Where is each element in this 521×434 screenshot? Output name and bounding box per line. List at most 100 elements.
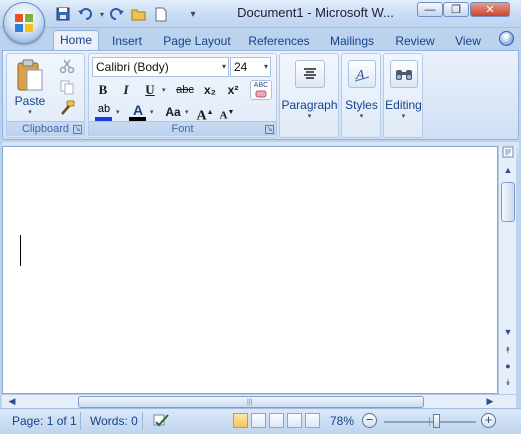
maximize-button[interactable]: ❐ — [443, 2, 469, 17]
highlight-dropdown-icon[interactable]: ▾ — [116, 108, 120, 116]
status-divider — [80, 412, 81, 430]
paragraph-group: Paragraph ▾ — [279, 53, 339, 138]
web-layout-view-icon[interactable] — [269, 413, 284, 428]
tab-view[interactable]: View — [449, 32, 487, 51]
underline-dropdown-icon[interactable]: ▾ — [162, 86, 166, 94]
tab-mailings[interactable]: Mailings — [323, 32, 381, 51]
previous-page-icon[interactable]: ⯭ — [500, 342, 516, 358]
font-name-value: Calibri (Body) — [96, 60, 169, 74]
text-cursor — [20, 235, 21, 266]
scroll-down-icon[interactable]: ▼ — [500, 324, 516, 340]
zoom-in-icon[interactable]: + — [481, 413, 496, 428]
font-color-text: A — [132, 102, 144, 118]
paragraph-label: Paragraph — [281, 98, 338, 112]
font-group-label: Font — [89, 121, 276, 136]
styles-button[interactable]: A Styles ▾ — [343, 56, 380, 134]
scroll-up-icon[interactable]: ▲ — [500, 162, 516, 178]
binoculars-icon — [389, 60, 418, 88]
scroll-left-icon[interactable]: ◀ — [4, 394, 20, 408]
grow-font-button[interactable]: A▲ — [195, 102, 215, 124]
browse-object-icon[interactable]: ● — [500, 358, 516, 374]
proofing-icon[interactable] — [152, 413, 170, 432]
paste-dropdown-icon[interactable]: ▾ — [11, 108, 49, 116]
shrink-font-text: A — [219, 109, 228, 122]
highlight-button[interactable]: ab — [93, 102, 115, 122]
clipboard-launcher-icon[interactable]: ↘ — [73, 125, 82, 134]
status-divider — [142, 412, 143, 430]
font-name-dropdown-icon[interactable]: ▾ — [222, 58, 226, 76]
font-size-dropdown-icon[interactable]: ▾ — [264, 58, 268, 76]
office-logo-icon — [15, 14, 33, 32]
tab-page-layout[interactable]: Page Layout — [160, 32, 234, 51]
zoom-center-tick — [429, 417, 430, 426]
ribbon: Paste ▾ Clipboard ↘ Calibri (Body) ▾ 24 … — [2, 50, 519, 140]
underline-button[interactable]: U — [140, 80, 160, 100]
shrink-font-button[interactable]: A▼ — [217, 102, 237, 122]
minimize-button[interactable]: — — [417, 2, 443, 17]
print-layout-view-icon[interactable] — [233, 413, 248, 428]
title-bar: ▾ ▾ Document1 - Microsoft W... — ❐ ✕ — [0, 0, 521, 28]
close-button[interactable]: ✕ — [470, 2, 510, 17]
full-screen-reading-view-icon[interactable] — [251, 413, 266, 428]
eraser-icon — [255, 90, 267, 98]
styles-dropdown-icon: ▾ — [359, 113, 364, 120]
horizontal-scrollbar[interactable]: ◀ ||| ▶ — [2, 394, 516, 408]
editing-dropdown-icon: ▾ — [401, 113, 406, 120]
grow-font-icon: ▲ — [206, 108, 214, 116]
clear-formatting-button[interactable]: ABC — [250, 80, 272, 100]
paragraph-dropdown-icon: ▾ — [307, 113, 312, 120]
strikethrough-button[interactable]: abc — [173, 80, 197, 100]
tab-insert[interactable]: Insert — [106, 32, 148, 51]
scroll-right-icon[interactable]: ▶ — [482, 394, 498, 408]
office-button[interactable] — [3, 2, 45, 44]
editing-button[interactable]: Editing ▾ — [385, 56, 422, 134]
bold-button[interactable]: B — [93, 80, 113, 100]
tab-home[interactable]: Home — [53, 30, 99, 51]
zoom-level[interactable]: 78% — [330, 414, 354, 428]
italic-button[interactable]: I — [116, 80, 136, 100]
tab-references[interactable]: References — [244, 32, 314, 51]
word-count-status[interactable]: Words: 0 — [90, 414, 138, 428]
zoom-out-icon[interactable]: − — [362, 413, 377, 428]
cut-icon[interactable] — [59, 58, 79, 76]
document-page[interactable] — [8, 160, 496, 392]
styles-icon: A — [347, 60, 376, 88]
copy-icon[interactable] — [59, 79, 79, 97]
vertical-scroll-thumb[interactable] — [501, 182, 515, 222]
draft-view-icon[interactable] — [305, 413, 320, 428]
change-case-dropdown-icon[interactable]: ▾ — [185, 108, 189, 116]
clipboard-group: Paste ▾ Clipboard ↘ — [6, 53, 85, 138]
tab-review[interactable]: Review — [390, 32, 440, 51]
highlight-text: ab — [97, 103, 111, 115]
zoom-slider-track[interactable] — [384, 421, 476, 423]
clear-formatting-text: ABC — [253, 82, 269, 89]
editing-label: Editing — [385, 98, 422, 112]
font-name-combo[interactable]: Calibri (Body) ▾ — [92, 57, 229, 77]
zoom-slider-thumb[interactable] — [433, 414, 441, 428]
styles-group: A Styles ▾ — [341, 53, 381, 138]
paste-button[interactable]: Paste ▾ — [11, 56, 49, 118]
font-launcher-icon[interactable]: ↘ — [265, 125, 274, 134]
subscript-button[interactable]: x₂ — [200, 80, 220, 100]
help-icon[interactable]: ? — [499, 31, 514, 46]
superscript-button[interactable]: x² — [223, 80, 243, 100]
font-color-button[interactable]: A — [127, 102, 149, 122]
format-painter-icon[interactable] — [59, 100, 79, 118]
styles-label: Styles — [345, 98, 378, 112]
align-center-icon — [294, 60, 325, 88]
paste-label: Paste — [14, 94, 46, 108]
outline-view-icon[interactable] — [287, 413, 302, 428]
font-size-value: 24 — [234, 60, 248, 74]
page-count-status[interactable]: Page: 1 of 1 — [12, 414, 77, 428]
view-ruler-icon[interactable] — [500, 146, 516, 162]
font-color-dropdown-icon[interactable]: ▾ — [150, 108, 154, 116]
thumb-grip-icon: ||| — [247, 399, 253, 406]
font-size-combo[interactable]: 24 ▾ — [230, 57, 271, 77]
next-page-icon[interactable]: ⯯ — [500, 374, 516, 390]
change-case-button[interactable]: Aa — [161, 102, 185, 122]
paragraph-button[interactable]: Paragraph ▾ — [281, 56, 338, 134]
horizontal-scroll-thumb[interactable]: ||| — [78, 396, 424, 408]
vertical-scrollbar[interactable]: ▲ ▼ ⯭ ● ⯯ — [498, 146, 516, 394]
editing-group: Editing ▾ — [383, 53, 423, 138]
ribbon-tabs: Home Insert Page Layout References Maili… — [0, 28, 521, 51]
